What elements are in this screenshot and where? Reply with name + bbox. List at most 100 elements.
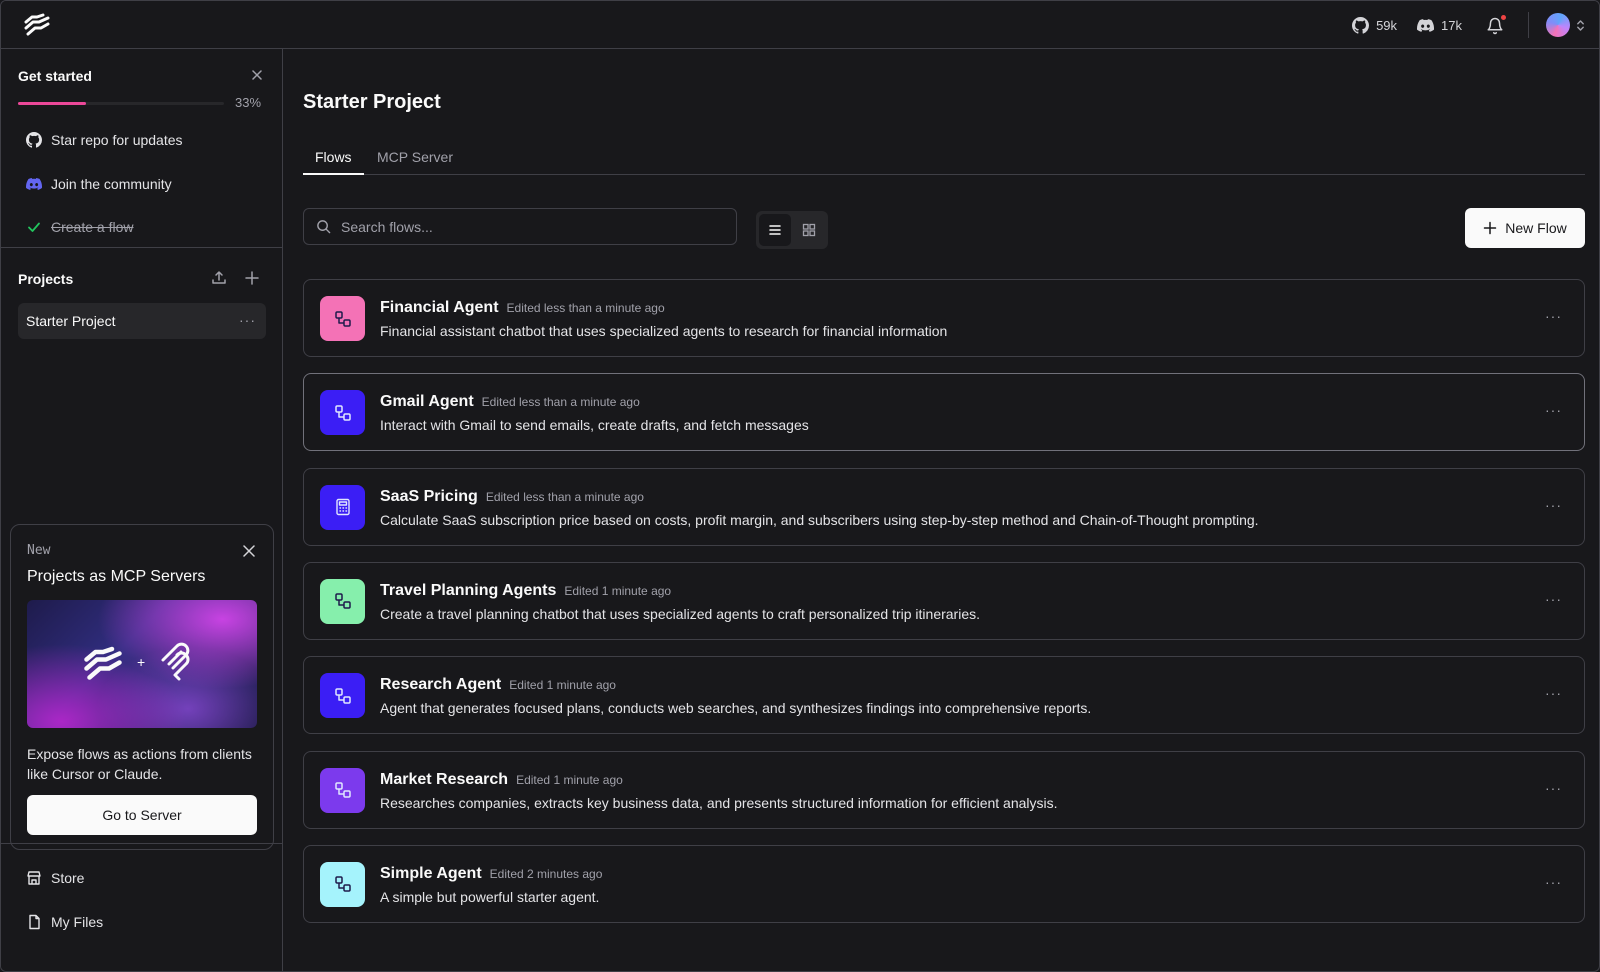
- flow-description: A simple but powerful starter agent.: [380, 888, 600, 905]
- top-bar: 59k 17k: [1, 1, 1599, 49]
- flow-edited-time: Edited 2 minutes ago: [489, 866, 603, 881]
- go-to-server-button[interactable]: Go to Server: [27, 795, 257, 835]
- flow-card[interactable]: Market Research Edited 1 minute ago Resea…: [303, 750, 1585, 829]
- get-started-title: Get started: [18, 68, 92, 84]
- main-content: Starter Project Flows MCP Server New Flo…: [284, 49, 1599, 971]
- join-community-label: Join the community: [51, 176, 172, 192]
- list-icon: [769, 225, 781, 235]
- tab-flows[interactable]: Flows: [303, 137, 364, 175]
- more-options-icon[interactable]: ···: [1545, 308, 1562, 324]
- search-box: [303, 208, 737, 245]
- create-flow-item[interactable]: Create a flow: [26, 219, 133, 235]
- flow-edited-time: Edited 1 minute ago: [564, 583, 672, 598]
- langflow-logo-icon[interactable]: [23, 13, 51, 37]
- tab-mcp-server[interactable]: MCP Server: [365, 137, 465, 175]
- flow-edited-time: Edited 1 minute ago: [509, 678, 616, 693]
- flow-name: Travel Planning Agents Edited 1 minute ag…: [380, 581, 672, 599]
- github-count: 59k: [1376, 17, 1398, 33]
- plus-symbol: +: [137, 654, 146, 670]
- projects-title: Projects: [18, 271, 74, 287]
- sidebar-item-store[interactable]: Store: [26, 870, 84, 886]
- plus-icon: [1484, 221, 1497, 235]
- project-item-starter[interactable]: Starter Project ···: [18, 303, 266, 339]
- langflow-logo-icon: [84, 646, 122, 680]
- mcp-logo-icon: [161, 642, 190, 681]
- calculator-icon: [320, 484, 365, 530]
- flow-description: Calculate SaaS subscription price based …: [380, 511, 1259, 528]
- close-icon[interactable]: [250, 68, 264, 82]
- upload-icon[interactable]: [211, 270, 227, 286]
- more-options-icon[interactable]: ···: [239, 312, 256, 328]
- search-icon: [317, 220, 331, 234]
- flow-name: Market Research Edited 1 minute ago: [380, 770, 623, 788]
- star-repo-item[interactable]: Star repo for updates: [26, 132, 183, 148]
- flow-card[interactable]: Financial Agent Edited less than a minute…: [303, 279, 1585, 357]
- plus-icon[interactable]: [244, 270, 260, 286]
- discord-members-link[interactable]: 17k: [1417, 17, 1462, 34]
- close-icon[interactable]: [241, 543, 257, 559]
- flow-card[interactable]: Simple Agent Edited 2 minutes ago A simpl…: [303, 844, 1585, 923]
- user-avatar[interactable]: [1546, 13, 1570, 37]
- header-actions: 59k 17k: [1352, 1, 1585, 49]
- view-toggle: [756, 211, 828, 249]
- more-options-icon[interactable]: ···: [1545, 497, 1562, 513]
- app-window: 59k 17k Get started 33% Star repo for up…: [0, 0, 1600, 972]
- flow-edited-time: Edited less than a minute ago: [506, 301, 665, 315]
- header-divider: [1528, 12, 1529, 38]
- progress-fill: [18, 102, 86, 105]
- flow-name: Research Agent Edited 1 minute ago: [380, 676, 616, 694]
- workflow-icon: [320, 861, 365, 907]
- progress-label: 33%: [235, 95, 262, 110]
- join-community-item[interactable]: Join the community: [26, 176, 172, 192]
- more-options-icon[interactable]: ···: [1545, 591, 1562, 607]
- flow-edited-time: Edited 1 minute ago: [516, 772, 623, 787]
- flow-description: Researches companies, extracts key busin…: [380, 794, 1058, 811]
- more-options-icon[interactable]: ···: [1545, 402, 1562, 418]
- discord-icon: [26, 178, 42, 190]
- discord-icon: [1417, 18, 1435, 32]
- notifications-button[interactable]: [1486, 15, 1506, 35]
- flow-card[interactable]: Research Agent Edited 1 minute ago Agent …: [303, 656, 1585, 735]
- my-files-label: My Files: [51, 914, 104, 930]
- more-options-icon[interactable]: ···: [1545, 874, 1562, 890]
- workflow-icon: [320, 296, 365, 341]
- flow-card[interactable]: Gmail Agent Edited less than a minute ago…: [303, 373, 1585, 452]
- sidebar-divider: [1, 843, 282, 844]
- github-icon: [26, 132, 42, 148]
- check-icon: [28, 222, 40, 232]
- tab-bar: Flows MCP Server: [303, 137, 1585, 175]
- flow-description: Financial assistant chatbot that uses sp…: [380, 323, 948, 339]
- workflow-icon: [320, 390, 365, 436]
- github-icon: [1352, 16, 1370, 34]
- sidebar-item-my-files[interactable]: My Files: [26, 914, 103, 930]
- grid-icon: [802, 223, 816, 237]
- flow-edited-time: Edited less than a minute ago: [481, 395, 640, 410]
- flow-description: Interact with Gmail to send emails, crea…: [380, 417, 809, 434]
- promo-description: Expose flows as actions from clients lik…: [27, 746, 252, 782]
- more-options-icon[interactable]: ···: [1545, 780, 1562, 796]
- flow-card[interactable]: SaaS Pricing Edited less than a minute ag…: [303, 467, 1585, 546]
- new-flow-label: New Flow: [1505, 220, 1567, 236]
- chevron-up-down-icon[interactable]: [1576, 19, 1585, 32]
- more-options-icon[interactable]: ···: [1545, 685, 1562, 701]
- file-icon: [29, 914, 40, 930]
- new-flow-button[interactable]: New Flow: [1465, 208, 1585, 248]
- promo-title: Projects as MCP Servers: [27, 568, 206, 585]
- discord-count: 17k: [1441, 17, 1462, 33]
- promo-badge: New: [27, 543, 51, 558]
- search-input[interactable]: [341, 218, 721, 235]
- page-title: Starter Project: [303, 91, 441, 113]
- store-label: Store: [51, 870, 85, 886]
- grid-view-button[interactable]: [793, 214, 825, 246]
- github-stars-link[interactable]: 59k: [1352, 16, 1398, 34]
- list-view-button[interactable]: [759, 214, 791, 246]
- mcp-promo-card: New Projects as MCP Servers + Expose flo…: [10, 524, 274, 850]
- flow-name: Simple Agent Edited 2 minutes ago: [380, 864, 603, 882]
- workflow-icon: [320, 767, 365, 813]
- create-flow-label: Create a flow: [51, 219, 134, 235]
- flow-description: Agent that generates focused plans, cond…: [380, 700, 1092, 717]
- promo-image: +: [27, 600, 257, 728]
- flow-card[interactable]: Travel Planning Agents Edited 1 minute ag…: [303, 561, 1585, 640]
- notification-dot: [1501, 15, 1506, 20]
- project-label: Starter Project: [26, 313, 116, 329]
